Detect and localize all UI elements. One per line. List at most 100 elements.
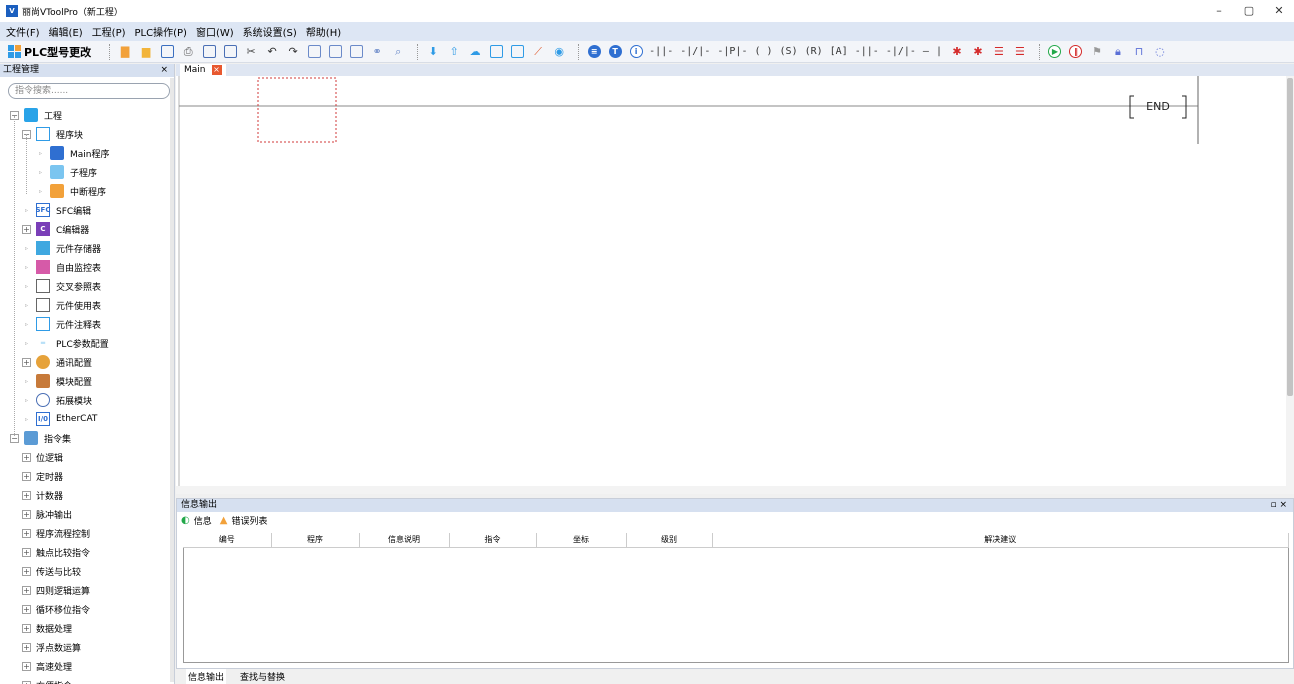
ladder-editor[interactable]: END — [176, 76, 1286, 494]
tree-item[interactable]: + 循环移位指令 — [22, 600, 90, 618]
expand-icon[interactable]: + — [22, 224, 31, 234]
tree-item[interactable]: − 程序块 — [22, 125, 83, 143]
tree-item[interactable]: − 工程 — [10, 106, 62, 124]
menu-system-settings[interactable]: 系统设置(S) — [243, 24, 297, 39]
menu-help[interactable]: 帮助(H) — [306, 24, 341, 39]
col-coordinate[interactable]: 坐标 — [536, 533, 627, 548]
tree-item[interactable]: ▹ SFC SFC编辑 — [22, 201, 91, 219]
vertical-line-icon[interactable]: | — [936, 44, 942, 60]
menu-plc-operation[interactable]: PLC操作(P) — [135, 24, 187, 39]
new-project-icon[interactable]: ▇ — [117, 44, 133, 60]
expand-arrow-icon[interactable]: ▹ — [22, 207, 31, 214]
project-panel-close[interactable]: × — [160, 64, 168, 77]
tree-item[interactable]: ▹ 自由监控表 — [22, 258, 101, 276]
tree-item[interactable]: ▹ 元件存储器 — [22, 239, 101, 257]
tree-item[interactable]: + 浮点数运算 — [22, 638, 81, 656]
tree-item[interactable]: ▹ 元件使用表 — [22, 296, 101, 314]
cloud-upload-icon[interactable]: ☁ — [467, 44, 483, 60]
text-mode-icon[interactable]: T — [607, 44, 623, 60]
expand-icon[interactable]: + — [22, 357, 31, 367]
print-icon[interactable]: ⎙ — [180, 44, 196, 60]
expand-icon[interactable]: + — [22, 490, 31, 500]
tree-item[interactable]: + 程序流程控制 — [22, 524, 90, 542]
expand-arrow-icon[interactable]: ▹ — [22, 264, 31, 271]
tree-item[interactable]: + 四则逻辑运算 — [22, 581, 90, 599]
tree-item[interactable]: ▹ 子程序 — [36, 163, 97, 181]
tree-item[interactable]: − 指令集 — [10, 429, 71, 447]
expand-icon[interactable]: + — [22, 566, 31, 576]
location-icon[interactable]: ◉ — [551, 44, 567, 60]
lock-icon[interactable]: 🔒︎ — [1110, 44, 1126, 60]
check-icon[interactable] — [327, 44, 343, 60]
editor-horizontal-scrollbar[interactable] — [176, 486, 1286, 494]
tree-item[interactable]: ▹ 元件注释表 — [22, 315, 101, 333]
tree-item[interactable]: + 方便指令 — [22, 676, 72, 684]
delete-row-icon[interactable]: ☰ — [1012, 44, 1028, 60]
expand-icon[interactable]: + — [22, 528, 31, 538]
expand-icon[interactable]: + — [22, 547, 31, 557]
expand-icon[interactable]: + — [22, 471, 31, 481]
tree-item[interactable]: + 传送与比较 — [22, 562, 81, 580]
expand-arrow-icon[interactable]: ▹ — [22, 321, 31, 328]
expand-icon[interactable]: + — [22, 661, 31, 671]
paste-icon[interactable] — [222, 44, 238, 60]
expand-arrow-icon[interactable]: ▹ — [22, 397, 31, 404]
instruction-box-icon[interactable]: [A] — [830, 44, 848, 60]
link-icon[interactable]: ⚭ — [369, 44, 385, 60]
expand-arrow-icon[interactable]: ▹ — [22, 416, 31, 423]
end-instruction[interactable]: END — [1128, 94, 1188, 118]
tree-item[interactable]: ▹ 交叉参照表 — [22, 277, 101, 295]
compare-icon[interactable] — [488, 44, 504, 60]
save-icon[interactable] — [159, 44, 175, 60]
no-contact-icon[interactable]: -||- — [649, 44, 673, 60]
redo-icon[interactable]: ↷ — [285, 44, 301, 60]
expand-arrow-icon[interactable]: ▹ — [22, 283, 31, 290]
tree-item[interactable]: + 计数器 — [22, 486, 63, 504]
close-tab-icon[interactable]: × — [211, 65, 222, 75]
expand-arrow-icon[interactable]: ▹ — [36, 169, 45, 176]
plc-model-change-button[interactable]: PLC型号更改 — [8, 44, 91, 60]
tree-item[interactable]: ▹ ═ PLC参数配置 — [22, 334, 109, 352]
close-button[interactable]: ✕ — [1264, 0, 1294, 22]
set-coil-icon[interactable]: (S) — [780, 44, 798, 60]
horizontal-line-icon[interactable]: — — [923, 44, 929, 60]
tree-item[interactable]: ▹ 模块配置 — [22, 372, 92, 390]
tab-find-replace[interactable]: 查找与替换 — [240, 670, 285, 683]
info-icon[interactable]: i — [628, 44, 644, 60]
tree-item[interactable]: + 触点比较指令 — [22, 543, 90, 561]
copy-program-icon[interactable] — [509, 44, 525, 60]
menu-edit[interactable]: 编辑(E) — [49, 24, 83, 39]
nc-contact-icon[interactable]: -|/|- — [680, 44, 710, 60]
tree-item[interactable]: + C C编辑器 — [22, 220, 89, 238]
panel-pin-close-icon[interactable]: ▫ × — [1270, 499, 1287, 512]
col-instruction[interactable]: 指令 — [449, 533, 537, 548]
tab-info-output[interactable]: 信息输出 — [186, 669, 227, 684]
left-scrollbar[interactable] — [170, 78, 174, 682]
subtab-info[interactable]: 信息 — [194, 514, 212, 527]
tree-item[interactable]: ▹ 拓展模块 — [22, 391, 92, 409]
rising-contact-icon[interactable]: -|P|- — [717, 44, 747, 60]
zoom-icon[interactable]: ⌕ — [390, 44, 406, 60]
unlock-icon[interactable]: ⊓ — [1131, 44, 1147, 60]
parallel-contact-icon[interactable]: -||- — [855, 44, 879, 60]
cut-icon[interactable]: ✂ — [243, 44, 259, 60]
scroll-thumb[interactable] — [1287, 78, 1293, 396]
parallel-nc-icon[interactable]: -|/|- — [886, 44, 916, 60]
stop-icon[interactable]: ‖ — [1068, 44, 1084, 60]
minimize-button[interactable]: – — [1204, 0, 1234, 22]
delete-horizontal-icon[interactable]: ✱ — [949, 44, 965, 60]
tree-item[interactable]: + 位逻辑 — [22, 448, 63, 466]
copy-icon[interactable] — [201, 44, 217, 60]
ladder-canvas[interactable] — [176, 76, 1286, 494]
compile-icon[interactable] — [306, 44, 322, 60]
undo-icon[interactable]: ↶ — [264, 44, 280, 60]
tab-main[interactable]: Main × — [180, 64, 226, 76]
col-program[interactable]: 程序 — [271, 533, 360, 548]
reset-coil-icon[interactable]: (R) — [805, 44, 823, 60]
expand-arrow-icon[interactable]: ▹ — [22, 302, 31, 309]
expand-icon[interactable]: + — [22, 452, 31, 462]
open-folder-icon[interactable]: ▆ — [138, 44, 154, 60]
col-description[interactable]: 信息说明 — [359, 533, 450, 548]
expand-arrow-icon[interactable]: ▹ — [36, 150, 45, 157]
expand-arrow-icon[interactable]: ▹ — [22, 340, 31, 347]
